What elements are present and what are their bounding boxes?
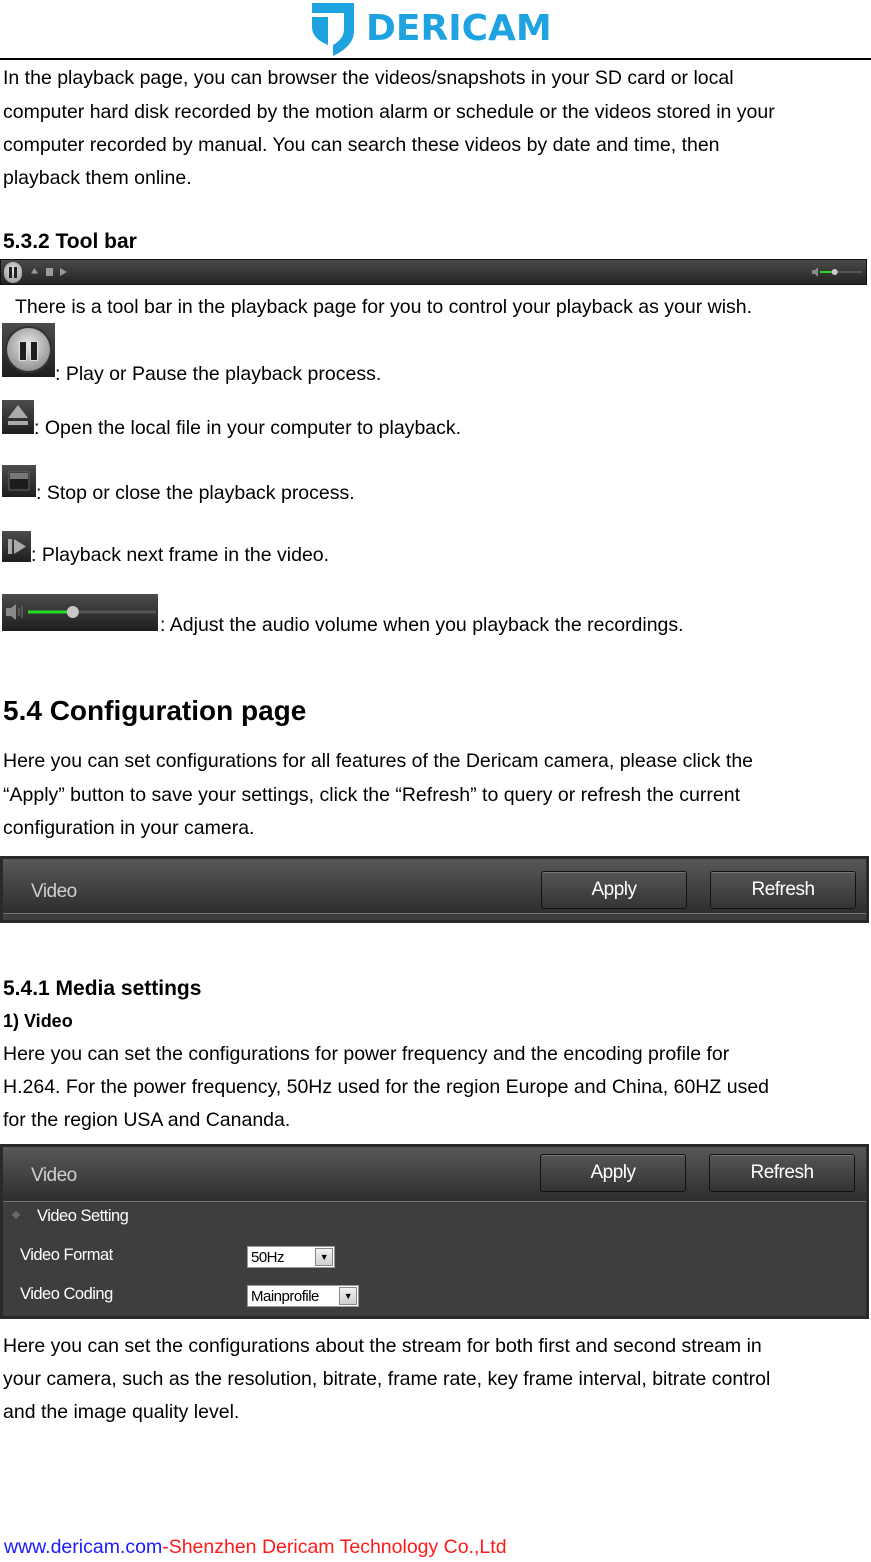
stop-icon[interactable] xyxy=(46,268,53,276)
dericam-logo: DERICAM xyxy=(310,0,552,58)
eject-description: : Open the local file in your computer t… xyxy=(34,417,462,439)
video-coding-value: Mainprofile xyxy=(251,1287,319,1305)
next-frame-description: : Playback next frame in the video. xyxy=(31,544,330,566)
video-settings-panel: Video Apply Refresh Video Setting Video … xyxy=(0,1144,869,1319)
apply-button[interactable]: Apply xyxy=(541,871,687,909)
intro-line: In the playback page, you can browser th… xyxy=(3,67,734,89)
section-heading-media-settings: 5.4.1 Media settings xyxy=(3,977,202,1000)
subheading-video: 1) Video xyxy=(3,1011,73,1031)
video-format-value: 50Hz xyxy=(251,1248,285,1266)
section-heading-configuration: 5.4 Configuration page xyxy=(3,695,307,726)
footer-website-link[interactable]: www.dericam.com xyxy=(4,1536,162,1558)
stream-line: Here you can set the configurations abou… xyxy=(3,1335,762,1357)
next-frame-icon[interactable] xyxy=(60,268,67,276)
chevron-down-icon[interactable]: ▼ xyxy=(315,1248,333,1266)
video-coding-label: Video Coding xyxy=(20,1285,113,1303)
media-line: Here you can set the configurations for … xyxy=(3,1043,730,1065)
pause-icon xyxy=(2,323,55,377)
page-footer: www.dericam.com-Shenzhen Dericam Technol… xyxy=(4,1536,507,1559)
config-panel: Video Apply Refresh xyxy=(0,856,869,923)
section-heading-tool-bar: 5.3.2 Tool bar xyxy=(3,230,137,253)
apply-button[interactable]: Apply xyxy=(540,1154,686,1192)
group-label: Video Setting xyxy=(37,1207,129,1225)
refresh-button[interactable]: Refresh xyxy=(710,871,856,909)
refresh-button[interactable]: Refresh xyxy=(709,1154,855,1192)
video-format-select[interactable]: 50Hz ▼ xyxy=(247,1246,335,1268)
intro-line: computer hard disk recorded by the motio… xyxy=(3,101,775,123)
media-line: H.264. For the power frequency, 50Hz use… xyxy=(3,1076,770,1098)
next-frame-icon xyxy=(2,531,31,562)
eject-icon xyxy=(2,400,34,434)
intro-line: computer recorded by manual. You can sea… xyxy=(3,134,720,156)
volume-description: : Adjust the audio volume when you playb… xyxy=(160,614,684,636)
stop-icon xyxy=(2,465,36,497)
pause-icon[interactable] xyxy=(4,262,22,283)
pause-description: : Play or Pause the playback process. xyxy=(55,363,382,385)
panel-title: Video xyxy=(31,881,77,902)
panel-title: Video xyxy=(31,1165,77,1186)
media-line: for the region USA and Cananda. xyxy=(3,1109,291,1131)
config-line: “Apply” button to save your settings, cl… xyxy=(3,784,740,806)
video-coding-select[interactable]: Mainprofile ▼ xyxy=(247,1285,359,1307)
playback-toolbar xyxy=(0,259,867,285)
group-bullet-icon xyxy=(11,1210,21,1220)
volume-slider[interactable] xyxy=(812,266,862,278)
config-line: configuration in your camera. xyxy=(3,817,255,839)
stop-description: : Stop or close the playback process. xyxy=(36,482,355,504)
config-line: Here you can set configurations for all … xyxy=(3,750,754,772)
stream-line: and the image quality level. xyxy=(3,1401,240,1423)
chevron-down-icon[interactable]: ▼ xyxy=(339,1287,357,1305)
brand-name: DERICAM xyxy=(366,8,552,49)
toolbar-description: There is a tool bar in the playback page… xyxy=(15,296,753,318)
volume-slider xyxy=(2,594,158,631)
stream-line: your camera, such as the resolution, bit… xyxy=(3,1368,771,1390)
intro-line: playback them online. xyxy=(3,167,192,189)
dericam-shield-icon xyxy=(312,3,354,56)
footer-company: Shenzhen Dericam Technology Co.,Ltd xyxy=(168,1536,507,1558)
header-divider xyxy=(0,58,871,60)
video-format-label: Video Format xyxy=(20,1246,113,1264)
eject-icon[interactable] xyxy=(31,268,38,274)
